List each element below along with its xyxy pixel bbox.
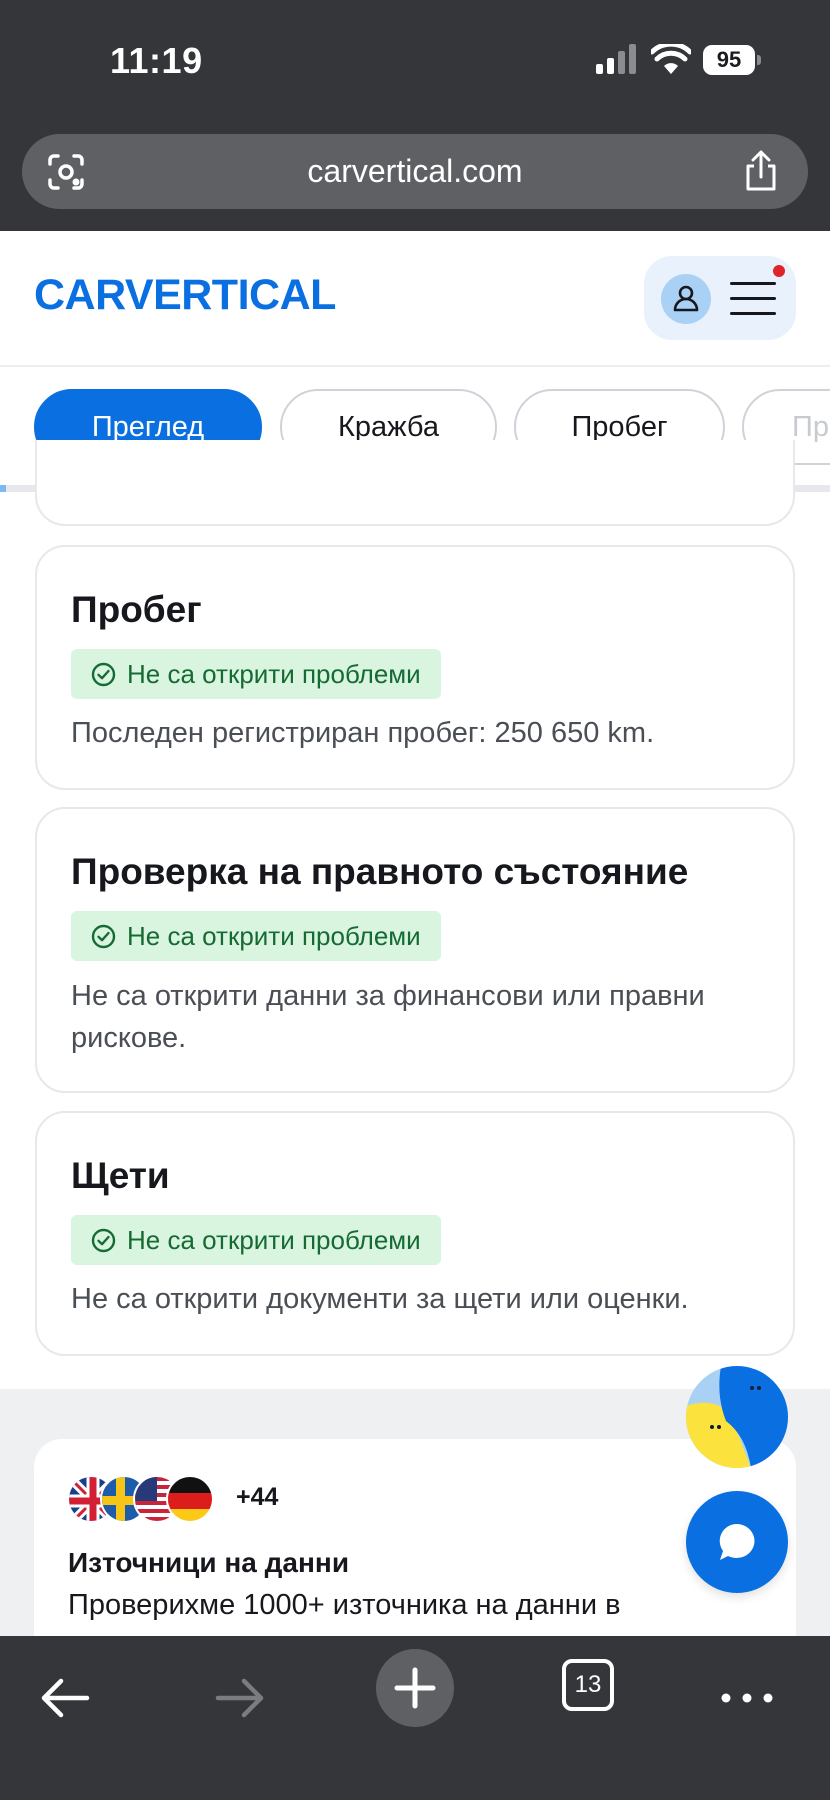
- check-circle-icon: [91, 662, 116, 687]
- chat-bubble-icon: [719, 1523, 755, 1560]
- card-title: Проверка на правното състояние: [71, 851, 689, 892]
- assistant-mascot-icon: [686, 1366, 788, 1468]
- card-description: Не са открити документи за щети или оцен…: [71, 1283, 689, 1315]
- forward-arrow-icon[interactable]: [200, 1658, 280, 1738]
- wifi-icon: [651, 44, 691, 74]
- browser-top-chrome: 11:19 95 carvertical.com: [0, 0, 830, 231]
- check-circle-icon: [91, 924, 116, 949]
- legal-status-card: Проверка на правното състояние Не са отк…: [35, 807, 795, 1093]
- status-badge-label: Не са открити проблеми: [127, 1225, 421, 1255]
- more-options-icon[interactable]: [708, 1658, 788, 1738]
- data-sources-text: Проверихме 1000+ източника на данни в: [68, 1589, 621, 1621]
- account-menu-group: [644, 256, 796, 340]
- notification-dot: [771, 263, 787, 279]
- mileage-card: Пробег Не са открити проблеми Последен р…: [35, 545, 795, 790]
- hamburger-menu-icon[interactable]: [730, 278, 776, 318]
- browser-bottom-toolbar: 13: [0, 1636, 830, 1800]
- cellular-signal-icon: [596, 44, 636, 74]
- share-icon[interactable]: [742, 150, 780, 192]
- status-badge-label: Не са открити проблеми: [127, 659, 421, 689]
- germany-flag-icon: [166, 1475, 214, 1523]
- user-icon: [673, 285, 699, 312]
- previous-card: [35, 440, 795, 526]
- card-title: Пробег: [71, 589, 202, 630]
- battery-icon: 95: [703, 45, 761, 75]
- status-badge: Не са открити проблеми: [71, 911, 441, 961]
- battery-level: 95: [703, 45, 755, 75]
- more-sources-count: +44: [236, 1483, 279, 1511]
- data-sources-title: Източници на данни: [68, 1547, 350, 1578]
- card-description: Последен регистриран пробег: 250 650 km.: [71, 717, 655, 749]
- check-circle-icon: [91, 1228, 116, 1253]
- url-bar[interactable]: carvertical.com: [22, 134, 808, 209]
- card-title: Щети: [71, 1155, 170, 1196]
- account-button[interactable]: [661, 274, 711, 324]
- status-badge: Не са открити проблеми: [71, 649, 441, 699]
- card-description: Не са открити данни за финансови или пра…: [71, 980, 705, 1054]
- tabs-scroll-indicator: [0, 485, 6, 492]
- tab-switcher-button[interactable]: 13: [562, 1659, 614, 1711]
- plus-icon: [394, 1667, 436, 1709]
- status-badge: Не са открити проблеми: [71, 1215, 441, 1265]
- damage-card: Щети Не са открити проблеми Не са открит…: [35, 1111, 795, 1356]
- url-text[interactable]: carvertical.com: [22, 134, 808, 209]
- status-badge-label: Не са открити проблеми: [127, 921, 421, 951]
- site-header: CARVERTICAL: [0, 231, 830, 367]
- back-arrow-icon[interactable]: [27, 1658, 107, 1738]
- assistant-button[interactable]: [686, 1366, 788, 1468]
- status-time: 11:19: [110, 40, 203, 81]
- new-tab-button[interactable]: [376, 1649, 454, 1727]
- chat-button[interactable]: [686, 1491, 788, 1593]
- carvertical-logo[interactable]: CARVERTICAL: [34, 271, 336, 320]
